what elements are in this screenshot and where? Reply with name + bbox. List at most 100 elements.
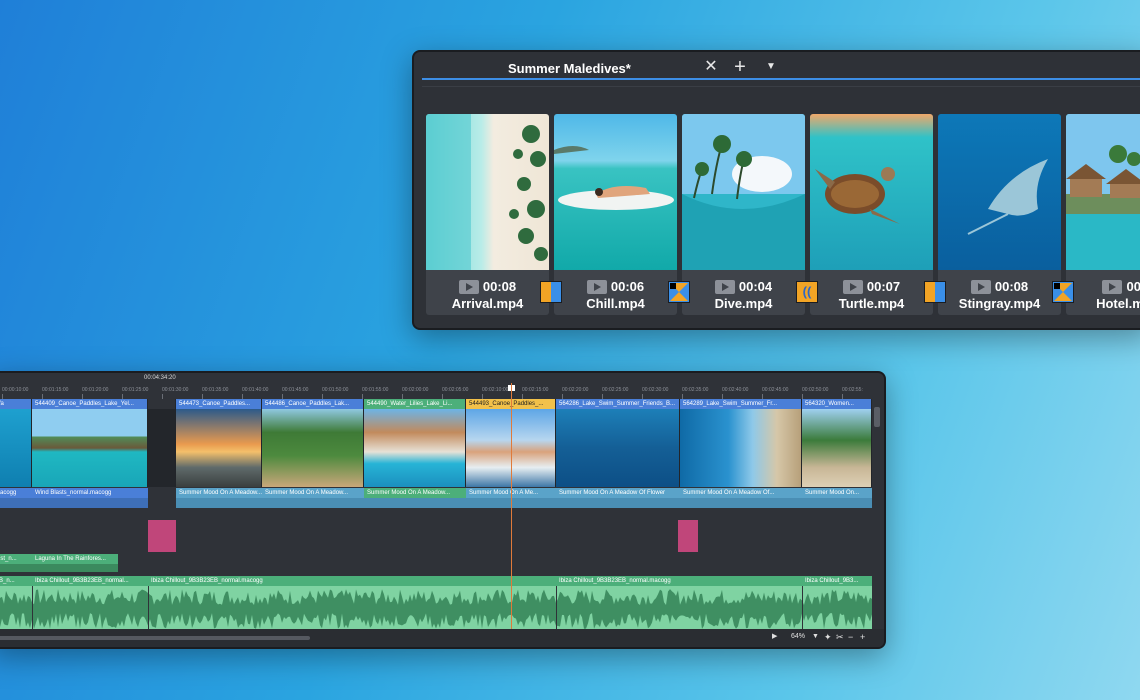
video-icon xyxy=(458,279,479,294)
video-clip[interactable]: Wa xyxy=(0,399,32,487)
ruler-tick-label: 00:01:25:00 xyxy=(122,387,149,393)
video-clip[interactable]: 544490_Water_Lilies_Lake_Li... xyxy=(364,399,466,487)
music-waveform xyxy=(0,586,872,632)
ruler-tick-label: 00:02:20:00 xyxy=(562,387,589,393)
ruler-tick-label: 00:01:30:00 xyxy=(162,387,189,393)
zoom-out-icon[interactable]: − xyxy=(848,631,853,643)
audio-clip[interactable]: Laguna In The Rainfores... xyxy=(32,554,118,564)
video-clip[interactable]: 564320_Women... xyxy=(802,399,872,487)
plus-icon[interactable]: + xyxy=(731,57,749,77)
video-icon xyxy=(842,279,863,294)
ruler-tick-label: 00:02:25:00 xyxy=(602,387,629,393)
media-pool-window: Summer Maledives* ✕ + ▼ 00:08 Arrival.mp… xyxy=(412,50,1140,330)
playhead[interactable] xyxy=(511,383,512,635)
video-icon xyxy=(586,279,607,294)
video-clip[interactable]: 564286_Lake_Swim_Summer_Friends_B... xyxy=(556,399,680,487)
audio-clip[interactable]: Summer Mood On A Meadow Of Flower xyxy=(556,488,680,498)
active-tab-indicator xyxy=(422,78,1140,80)
audio-clip[interactable]: Summer Mood On A Meadow Of... xyxy=(680,488,802,498)
audio-clip[interactable]: rest_n... xyxy=(0,554,32,564)
clip-thumbnail xyxy=(1066,114,1140,270)
ruler-tick-label: 00:02:55: xyxy=(842,387,863,393)
audio-clip[interactable]: Ibiza Chillout_9B3B23EB_normal.macogg xyxy=(556,576,802,586)
transition-icon-cross[interactable] xyxy=(668,281,690,303)
timeline-ruler[interactable]: 00:00:10:00 00:01:15:00 00:01:20:00 00:01:2… xyxy=(0,383,872,399)
video-clip[interactable]: 564289_Lake_Swim_Summer_Fr... xyxy=(680,399,802,487)
scissors-icon[interactable]: ✂ xyxy=(836,631,844,643)
video-icon xyxy=(970,279,991,294)
ruler-tick-label: 00:01:35:00 xyxy=(202,387,229,393)
clip-duration: 00:08 xyxy=(994,279,1029,294)
clip-thumbnail xyxy=(426,114,549,270)
vertical-scrollbar[interactable] xyxy=(874,403,880,633)
media-clip-hotel[interactable]: 00:0 Hotel.mp4 xyxy=(1066,114,1140,315)
audio-clip[interactable]: Ibiza Chillout_9B3B23EB_normal.macogg xyxy=(148,576,556,586)
ruler-tick-label: 00:01:15:00 xyxy=(42,387,69,393)
video-clip[interactable]: 544486_Canoe_Paddles_Lak... xyxy=(262,399,364,487)
clip-name: Stingray.mp4 xyxy=(958,296,1041,311)
ruler-tick-label: 00:00:10:00 xyxy=(2,387,29,393)
transition-icon-wave[interactable]: (( xyxy=(796,281,818,303)
transition-marker[interactable] xyxy=(148,520,176,552)
ruler-tick-label: 00:01:50:00 xyxy=(322,387,349,393)
chevron-down-icon[interactable]: ▼ xyxy=(762,58,780,76)
zoom-level: 64% xyxy=(791,633,806,640)
waveform xyxy=(176,498,872,508)
ruler-tick-label: 00:02:30:00 xyxy=(642,387,669,393)
clip-duration: 00:07 xyxy=(866,279,901,294)
audio-clip[interactable]: Summer Mood On A Meadow... xyxy=(262,488,364,498)
clip-list: 00:08 Arrival.mp4 00:06 Chill.mp4 00:04 … xyxy=(426,114,1140,315)
video-icon xyxy=(1102,279,1123,294)
audio-clip[interactable]: Wind Blasts_normal.macogg xyxy=(32,488,148,498)
zoom-dropdown-icon[interactable]: ▼ xyxy=(812,631,819,643)
ruler-tick-label: 00:02:10:00 xyxy=(482,387,509,393)
transition-icon-split[interactable] xyxy=(540,281,562,303)
audio-clip[interactable]: macogg xyxy=(0,488,32,498)
clip-name: Hotel.mp4 xyxy=(1096,296,1140,311)
media-clip-dive[interactable]: 00:04 Dive.mp4 xyxy=(682,114,805,315)
video-clip[interactable]: 544473_Canoe_Paddles... xyxy=(176,399,262,487)
ruler-tick-label: 00:02:35:00 xyxy=(682,387,709,393)
ruler-tick-label: 00:02:05:00 xyxy=(442,387,469,393)
clip-name: Arrival.mp4 xyxy=(451,296,524,311)
zoom-in-icon[interactable]: + xyxy=(860,631,865,643)
video-clip[interactable]: 544409_Canoe_Paddles_Lake_Yel... xyxy=(32,399,148,487)
audio-clip[interactable]: Ibiza Chillout_9B3... xyxy=(802,576,872,586)
play-icon[interactable]: ▶ xyxy=(772,631,777,643)
audio-clip[interactable]: Summer Mood On A Meadow... xyxy=(364,488,466,498)
clip-thumbnail xyxy=(682,114,805,270)
horizontal-scrollbar[interactable] xyxy=(0,636,310,640)
audio-clip[interactable]: Summer Mood On... xyxy=(802,488,872,498)
clip-duration: 00:06 xyxy=(610,279,645,294)
ruler-tick-label: 00:02:50:00 xyxy=(802,387,829,393)
audio-clip[interactable]: EB_n... xyxy=(0,576,32,586)
marker-timecode: 00:04:34:20 xyxy=(144,375,176,381)
project-tab-title[interactable]: Summer Maledives* xyxy=(508,61,631,76)
clip-duration: 00:08 xyxy=(482,279,517,294)
transition-marker[interactable] xyxy=(678,520,698,552)
zoom-fit-icon[interactable]: ✦ xyxy=(824,631,832,643)
sfx-track: rest_n... Laguna In The Rainfores... xyxy=(0,554,872,574)
video-icon xyxy=(714,279,735,294)
project-tab-bar: Summer Maledives* ✕ + ▼ xyxy=(414,52,1140,84)
transition-icon-cross[interactable] xyxy=(1052,281,1074,303)
media-clip-turtle[interactable]: 00:07 Turtle.mp4 xyxy=(810,114,933,315)
timeline-footer: ▶ 64% ▼ ✦ ✂ − + xyxy=(0,629,884,647)
clip-duration: 00:04 xyxy=(738,279,773,294)
clip-thumbnail xyxy=(554,114,677,270)
audio-clip[interactable]: Summer Mood On A Meadow... xyxy=(176,488,262,498)
audio-clip[interactable]: Ibiza Chillout_9B3B23EB_normal... xyxy=(32,576,148,586)
clip-name: Turtle.mp4 xyxy=(838,296,905,311)
media-clip-arrival[interactable]: 00:08 Arrival.mp4 xyxy=(426,114,549,315)
ruler-tick-label: 00:01:55:00 xyxy=(362,387,389,393)
media-clip-chill[interactable]: 00:06 Chill.mp4 xyxy=(554,114,677,315)
close-icon[interactable]: ✕ xyxy=(702,58,720,76)
video-audio-track: macogg Wind Blasts_normal.macogg Summer … xyxy=(0,488,872,518)
media-clip-stingray[interactable]: 00:08 Stingray.mp4 xyxy=(938,114,1061,315)
clip-name: Dive.mp4 xyxy=(714,296,773,311)
video-clip-gap xyxy=(148,399,176,487)
ruler-tick-label: 00:02:00:00 xyxy=(402,387,429,393)
ruler-tick-label: 00:02:45:00 xyxy=(762,387,789,393)
clip-duration: 00:0 xyxy=(1126,279,1140,294)
transition-icon-split[interactable] xyxy=(924,281,946,303)
